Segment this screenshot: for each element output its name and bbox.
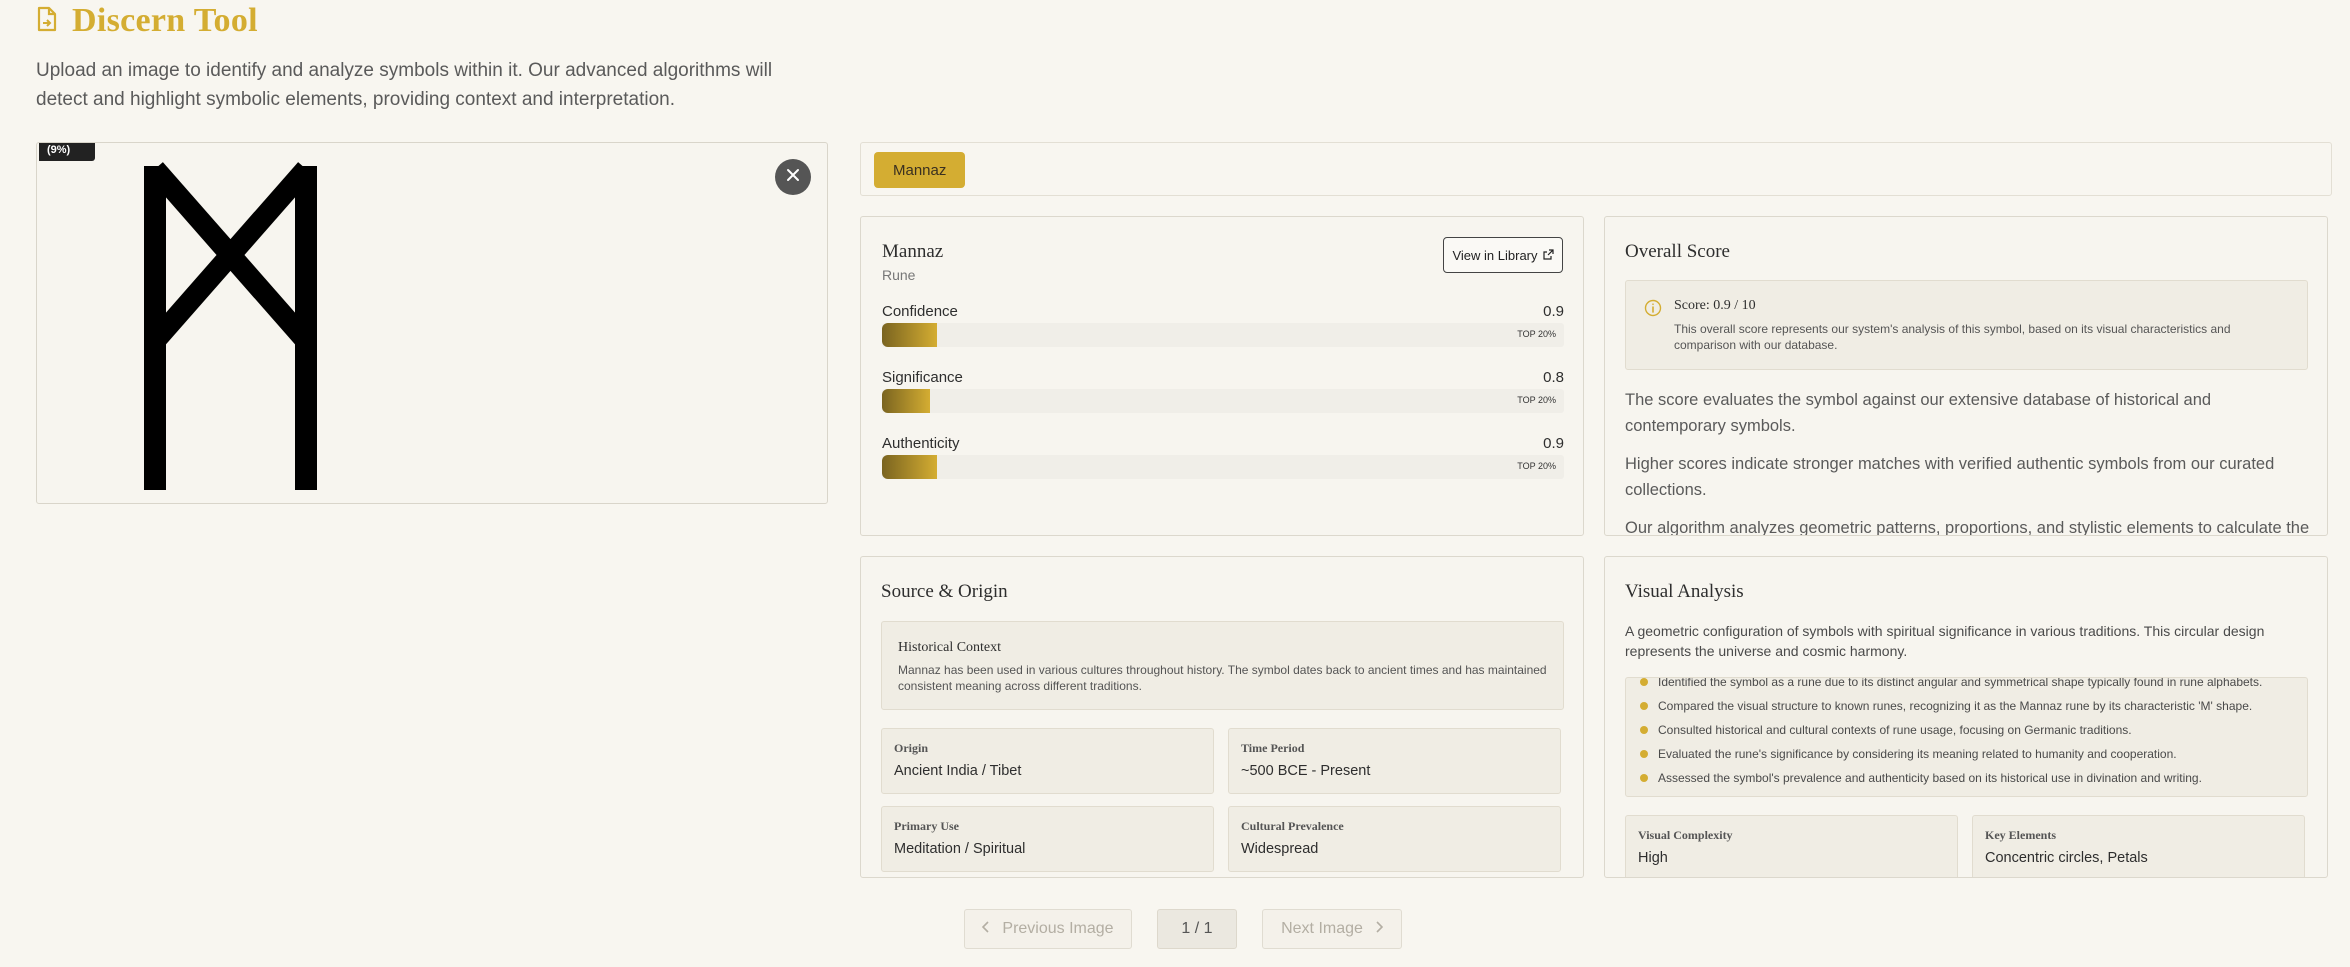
metric-rank: TOP 20%	[1517, 461, 1556, 471]
visual-analysis-card: Visual Analysis A geometric configuratio…	[1604, 556, 2328, 878]
app-title: Discern Tool	[72, 2, 258, 39]
app-subtitle: Upload an image to identify and analyze …	[36, 60, 773, 110]
previous-image-button[interactable]: Previous Image	[964, 909, 1132, 949]
overall-score-card: Overall Score Score: 0.9 / 10 This overa…	[1604, 216, 2328, 536]
origin-field: Origin Ancient India / Tibet	[881, 728, 1214, 794]
field-value: Widespread	[1241, 841, 1319, 857]
list-item: Evaluated the rune's significance by con…	[1640, 742, 2262, 766]
visual-analysis-description: A geometric configuration of symbols wit…	[1625, 623, 2265, 659]
step-text: Compared the visual structure to known r…	[1658, 699, 2253, 713]
metric-authenticity: Authenticity 0.9 TOP 20%	[882, 435, 1564, 479]
visual-analysis-title: Visual Analysis	[1625, 581, 1744, 602]
step-text: Assessed the symbol's prevalence and aut…	[1658, 771, 2202, 785]
field-label: Origin	[894, 741, 929, 755]
key-elements-field: Key Elements Concentric circles, Petals	[1972, 815, 2305, 877]
view-in-library-button[interactable]: View in Library	[1443, 237, 1563, 273]
field-value: Concentric circles, Petals	[1985, 850, 2148, 866]
cultural-prevalence-field: Cultural Prevalence Widespread	[1228, 806, 1561, 872]
metric-rank: TOP 20%	[1517, 329, 1556, 339]
next-image-label: Next Image	[1281, 920, 1363, 937]
field-value: High	[1638, 850, 1668, 866]
chevron-right-icon	[1375, 920, 1384, 938]
close-icon	[786, 168, 800, 187]
historical-context-text: Mannaz has been used in various cultures…	[898, 663, 1547, 693]
score-summary-box: Score: 0.9 / 10 This overall score repre…	[1625, 280, 2308, 370]
primary-use-field: Primary Use Meditation / Spiritual	[881, 806, 1214, 872]
field-value: Meditation / Spiritual	[894, 841, 1026, 857]
field-label: Key Elements	[1985, 828, 2056, 842]
external-link-icon	[1542, 248, 1554, 263]
step-text: Consulted historical and cultural contex…	[1658, 723, 2132, 737]
field-label: Visual Complexity	[1638, 828, 1733, 842]
bullet-dot	[1640, 726, 1648, 734]
field-label: Cultural Prevalence	[1241, 819, 1344, 833]
metric-bar: TOP 20%	[882, 389, 1564, 413]
metric-value: 0.8	[1543, 369, 1564, 386]
score-paragraph: Higher scores indicate stronger matches …	[1625, 455, 2275, 499]
bullet-dot	[1640, 702, 1648, 710]
view-in-library-label: View in Library	[1452, 247, 1538, 263]
symbol-tag-mannaz[interactable]: Mannaz	[874, 152, 966, 188]
analysis-steps-list[interactable]: Identified the symbol as a rune due to i…	[1625, 677, 2308, 797]
detected-symbols-bar: Mannaz	[860, 142, 2332, 196]
rune-image	[144, 162, 317, 490]
previous-image-label: Previous Image	[1002, 920, 1114, 937]
field-value: Ancient India / Tibet	[894, 763, 1022, 779]
list-item: Identified the symbol as a rune due to i…	[1640, 677, 2263, 694]
app-header: Discern Tool	[36, 2, 258, 40]
score-paragraph: Our algorithm analyzes geometric pattern…	[1625, 519, 2310, 536]
metric-label: Significance	[882, 369, 963, 386]
metric-value: 0.9	[1543, 435, 1564, 452]
chevron-left-icon	[982, 920, 990, 938]
list-item: Compared the visual structure to known r…	[1640, 694, 2262, 718]
metric-confidence: Confidence 0.9 TOP 20%	[882, 303, 1564, 347]
metric-bar: TOP 20%	[882, 323, 1564, 347]
metric-bar: TOP 20%	[882, 455, 1564, 479]
info-icon	[1644, 299, 1662, 322]
metric-label: Confidence	[882, 303, 958, 320]
historical-context-box: Historical Context Mannaz has been used …	[881, 621, 1564, 710]
field-label: Primary Use	[894, 819, 959, 833]
step-text: Identified the symbol as a rune due to i…	[1658, 677, 2263, 689]
page-indicator: 1 / 1	[1157, 909, 1237, 949]
score-description: This overall score represents our system…	[1674, 322, 2231, 352]
step-text: Evaluated the rune's significance by con…	[1658, 747, 2177, 761]
uploaded-image-panel: (9%)	[36, 142, 828, 504]
source-origin-card: Source & Origin Historical Context Manna…	[860, 556, 1584, 878]
overall-score-title: Overall Score	[1625, 241, 1730, 262]
file-symlink-icon	[36, 6, 58, 37]
metric-rank: TOP 20%	[1517, 395, 1556, 405]
match-badge: (9%)	[39, 143, 95, 161]
score-line: Score: 0.9 / 10	[1674, 298, 1756, 313]
historical-context-title: Historical Context	[898, 640, 1002, 655]
visual-complexity-field: Visual Complexity High	[1625, 815, 1958, 877]
metric-value: 0.9	[1543, 303, 1564, 320]
symbol-details-card: Mannaz Rune View in Library Confidence 0…	[860, 216, 1584, 536]
remove-image-button[interactable]	[775, 159, 811, 195]
metric-bar-fill	[882, 323, 937, 347]
next-image-button[interactable]: Next Image	[1262, 909, 1402, 949]
list-item: Consulted historical and cultural contex…	[1640, 718, 2262, 742]
score-paragraph: The score evaluates the symbol against o…	[1625, 391, 2212, 435]
symbol-name: Mannaz	[882, 241, 944, 262]
bullet-dot	[1640, 774, 1648, 782]
metric-significance: Significance 0.8 TOP 20%	[882, 369, 1564, 413]
metric-bar-fill	[882, 389, 931, 413]
bullet-dot	[1640, 750, 1648, 758]
bullet-dot	[1640, 678, 1648, 686]
metric-label: Authenticity	[882, 435, 960, 452]
symbol-type: Rune	[882, 267, 916, 283]
field-label: Time Period	[1241, 741, 1305, 755]
list-item: Assessed the symbol's prevalence and aut…	[1640, 766, 2262, 790]
time-period-field: Time Period ~500 BCE - Present	[1228, 728, 1561, 794]
source-origin-title: Source & Origin	[881, 581, 1008, 602]
field-value: ~500 BCE - Present	[1241, 763, 1371, 779]
metric-bar-fill	[882, 455, 937, 479]
